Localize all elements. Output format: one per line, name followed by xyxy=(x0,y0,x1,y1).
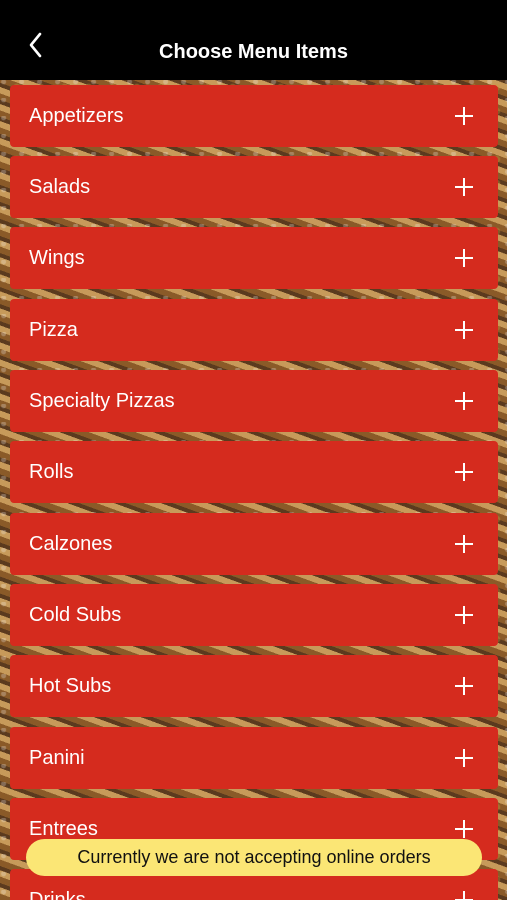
plus-icon[interactable] xyxy=(454,248,474,268)
menu-item-label: Hot Subs xyxy=(29,674,112,697)
menu-item-label: Panini xyxy=(29,746,85,769)
plus-icon[interactable] xyxy=(454,819,474,839)
menu-item-appetizers[interactable]: Appetizers xyxy=(10,85,498,147)
plus-icon[interactable] xyxy=(454,391,474,411)
menu-item-label: Salads xyxy=(29,175,91,198)
plus-icon[interactable] xyxy=(454,534,474,554)
menu-item-label: Specialty Pizzas xyxy=(29,389,175,412)
plus-icon[interactable] xyxy=(454,890,474,900)
chevron-left-icon[interactable] xyxy=(28,32,44,58)
menu-item-calzones[interactable]: Calzones xyxy=(10,513,498,575)
menu-item-wings[interactable]: Wings xyxy=(10,227,498,289)
menu-item-salads[interactable]: Salads xyxy=(10,156,498,218)
menu-item-rolls[interactable]: Rolls xyxy=(10,441,498,503)
plus-icon[interactable] xyxy=(454,106,474,126)
plus-icon[interactable] xyxy=(454,177,474,197)
menu-item-label: Wings xyxy=(29,246,85,269)
plus-icon[interactable] xyxy=(454,320,474,340)
menu-item-label: Pizza xyxy=(29,318,78,341)
menu-item-pizza[interactable]: Pizza xyxy=(10,299,498,361)
plus-icon[interactable] xyxy=(454,605,474,625)
menu-item-panini[interactable]: Panini xyxy=(10,727,498,789)
menu-item-label: Appetizers xyxy=(29,104,124,127)
plus-icon[interactable] xyxy=(454,748,474,768)
menu-item-label: Cold Subs xyxy=(29,603,122,626)
menu-item-cold-subs[interactable]: Cold Subs xyxy=(10,584,498,646)
menu-item-hot-subs[interactable]: Hot Subs xyxy=(10,655,498,717)
menu-item-label: Entrees xyxy=(29,817,98,840)
plus-icon[interactable] xyxy=(454,462,474,482)
menu-item-label: Calzones xyxy=(29,532,113,555)
ordering-status-banner: Currently we are not accepting online or… xyxy=(26,839,482,876)
menu-item-label: Drinks xyxy=(29,888,86,900)
plus-icon[interactable] xyxy=(454,676,474,696)
page-title: Choose Menu Items xyxy=(159,40,348,63)
top-bar: Choose Menu Items xyxy=(0,0,507,80)
menu-item-specialty-pizzas[interactable]: Specialty Pizzas xyxy=(10,370,498,432)
menu-item-label: Rolls xyxy=(29,460,74,483)
